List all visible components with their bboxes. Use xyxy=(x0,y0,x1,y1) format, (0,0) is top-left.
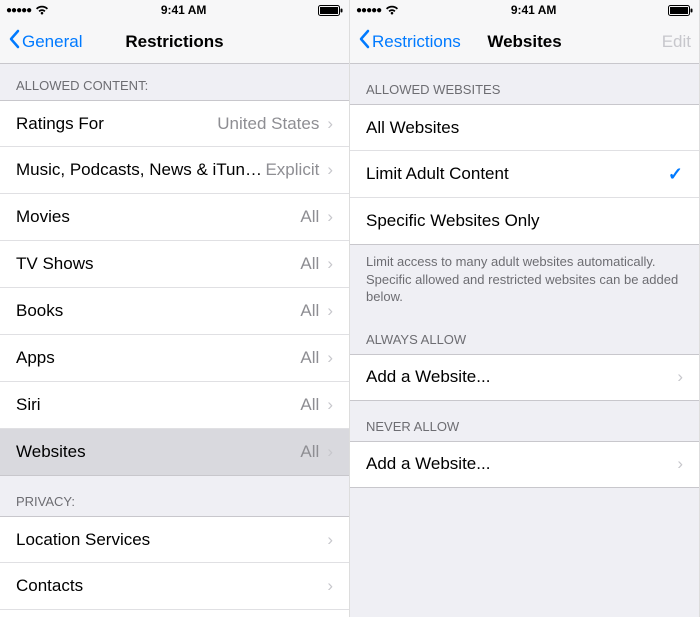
chevron-right-icon: › xyxy=(327,301,333,321)
chevron-right-icon: › xyxy=(327,395,333,415)
section-header-privacy: PRIVACY: xyxy=(0,476,349,516)
row-value: Explicit xyxy=(265,160,319,180)
wifi-icon xyxy=(385,5,399,15)
back-label: General xyxy=(22,32,82,52)
row-ratings-for[interactable]: Ratings For United States › xyxy=(0,100,349,147)
chevron-right-icon: › xyxy=(677,454,683,474)
screen-websites: ●●●●● 9:41 AM Restrictions Websites Edit… xyxy=(350,0,700,617)
row-books[interactable]: Books All › xyxy=(0,288,349,335)
row-limit-adult-content[interactable]: Limit Adult Content ✓ xyxy=(350,151,699,198)
edit-button[interactable]: Edit xyxy=(662,32,691,52)
battery-icon xyxy=(668,5,693,16)
chevron-right-icon: › xyxy=(327,530,333,550)
section-header-allowed: ALLOWED CONTENT: xyxy=(0,64,349,100)
row-value: All xyxy=(300,442,319,462)
signal-dots-icon: ●●●●● xyxy=(6,5,31,16)
row-value: All xyxy=(300,254,319,274)
chevron-left-icon xyxy=(8,29,22,54)
section-header-never-allow: NEVER ALLOW xyxy=(350,401,699,441)
nav-bar: General Restrictions xyxy=(0,20,349,64)
row-add-website-allow[interactable]: Add a Website... › xyxy=(350,354,699,401)
row-label: TV Shows xyxy=(16,254,300,274)
row-location-services[interactable]: Location Services › xyxy=(0,516,349,563)
chevron-right-icon: › xyxy=(677,367,683,387)
chevron-right-icon: › xyxy=(327,576,333,596)
status-bar: ●●●●● 9:41 AM xyxy=(350,0,699,20)
row-value: All xyxy=(300,395,319,415)
row-label: Apps xyxy=(16,348,300,368)
section-footer: Limit access to many adult websites auto… xyxy=(350,245,699,314)
wifi-icon xyxy=(35,5,49,15)
status-time: 9:41 AM xyxy=(161,3,207,17)
row-label: All Websites xyxy=(366,118,683,138)
row-value: All xyxy=(300,301,319,321)
screen-restrictions: ●●●●● 9:41 AM General Restrictions ALLOW… xyxy=(0,0,350,617)
row-label: Add a Website... xyxy=(366,454,677,474)
row-label: Ratings For xyxy=(16,114,217,134)
row-label: Location Services xyxy=(16,530,327,550)
section-header-allowed-websites: ALLOWED WEBSITES xyxy=(350,64,699,104)
signal-dots-icon: ●●●●● xyxy=(356,5,381,16)
checkmark-icon: ✓ xyxy=(668,164,683,185)
row-label: Music, Podcasts, News & iTunes U xyxy=(16,160,265,180)
row-movies[interactable]: Movies All › xyxy=(0,194,349,241)
row-label: Websites xyxy=(16,442,300,462)
chevron-right-icon: › xyxy=(327,207,333,227)
content: ALLOWED CONTENT: Ratings For United Stat… xyxy=(0,64,349,617)
row-music[interactable]: Music, Podcasts, News & iTunes U Explici… xyxy=(0,147,349,194)
row-label: Add a Website... xyxy=(366,367,677,387)
row-label: Limit Adult Content xyxy=(366,164,668,184)
chevron-right-icon: › xyxy=(327,114,333,134)
row-label: Contacts xyxy=(16,576,327,596)
back-button[interactable]: General xyxy=(8,29,82,54)
status-bar: ●●●●● 9:41 AM xyxy=(0,0,349,20)
nav-bar: Restrictions Websites Edit xyxy=(350,20,699,64)
row-all-websites[interactable]: All Websites xyxy=(350,104,699,151)
chevron-right-icon: › xyxy=(327,442,333,462)
row-label: Movies xyxy=(16,207,300,227)
content: ALLOWED WEBSITES All Websites Limit Adul… xyxy=(350,64,699,488)
row-value: United States xyxy=(217,114,319,134)
row-calendars[interactable]: Calendars › xyxy=(0,610,349,617)
back-label: Restrictions xyxy=(372,32,461,52)
chevron-right-icon: › xyxy=(327,160,333,180)
row-label: Specific Websites Only xyxy=(366,211,683,231)
status-time: 9:41 AM xyxy=(511,3,557,17)
chevron-right-icon: › xyxy=(327,348,333,368)
row-value: All xyxy=(300,348,319,368)
row-specific-websites[interactable]: Specific Websites Only xyxy=(350,198,699,245)
row-siri[interactable]: Siri All › xyxy=(0,382,349,429)
row-label: Siri xyxy=(16,395,300,415)
row-label: Books xyxy=(16,301,300,321)
row-contacts[interactable]: Contacts › xyxy=(0,563,349,610)
chevron-right-icon: › xyxy=(327,254,333,274)
row-add-website-never[interactable]: Add a Website... › xyxy=(350,441,699,488)
row-websites[interactable]: Websites All › xyxy=(0,429,349,476)
battery-icon xyxy=(318,5,343,16)
chevron-left-icon xyxy=(358,29,372,54)
row-tv-shows[interactable]: TV Shows All › xyxy=(0,241,349,288)
row-apps[interactable]: Apps All › xyxy=(0,335,349,382)
row-value: All xyxy=(300,207,319,227)
section-header-always-allow: ALWAYS ALLOW xyxy=(350,314,699,354)
back-button[interactable]: Restrictions xyxy=(358,29,461,54)
